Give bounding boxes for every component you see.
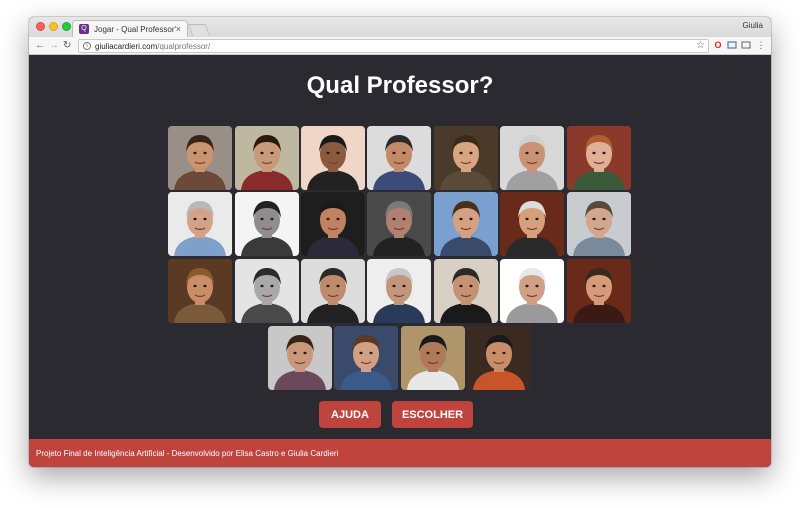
maximize-window-button[interactable]	[62, 22, 71, 31]
favicon-icon: Q	[79, 24, 89, 34]
url-host: giuliacardieri.com	[95, 41, 158, 51]
minimize-window-button[interactable]	[49, 22, 58, 31]
professor-photo[interactable]	[500, 259, 564, 323]
cast-icon[interactable]	[741, 40, 751, 50]
page-title: Qual Professor?	[306, 72, 494, 99]
help-button[interactable]: AJUDA	[319, 401, 381, 428]
extension-icon[interactable]	[727, 40, 737, 50]
professor-photo[interactable]	[434, 192, 498, 256]
menu-icon[interactable]: ⋮	[756, 40, 766, 50]
info-icon[interactable]: i	[83, 42, 91, 50]
professor-photo[interactable]	[301, 192, 365, 256]
page-content: Qual Professor? AJUDA ESCOLHER Projeto F…	[29, 55, 771, 467]
professor-photo[interactable]	[567, 259, 631, 323]
professor-photo[interactable]	[367, 126, 431, 190]
browser-toolbar: ← → ↻ i giuliacardieri.com/qualprofessor…	[29, 37, 771, 55]
professor-photo[interactable]	[500, 192, 564, 256]
address-bar[interactable]: i giuliacardieri.com/qualprofessor/ ☆	[78, 39, 709, 53]
professor-photo[interactable]	[467, 326, 531, 390]
url-path: /qualprofessor/	[157, 41, 211, 51]
opera-icon[interactable]: O	[713, 40, 723, 50]
professor-photo[interactable]	[401, 326, 465, 390]
professor-photo[interactable]	[268, 326, 332, 390]
professor-photo[interactable]	[235, 192, 299, 256]
professor-photo[interactable]	[168, 259, 232, 323]
professor-photo[interactable]	[301, 126, 365, 190]
professor-photo[interactable]	[434, 126, 498, 190]
professor-photo[interactable]	[235, 126, 299, 190]
profile-name[interactable]: Giulia	[743, 21, 763, 30]
professor-photo[interactable]	[301, 259, 365, 323]
browser-tab[interactable]: Q Jogar - Qual Professor? ×	[72, 20, 188, 37]
reload-icon[interactable]: ↻	[63, 39, 71, 53]
professor-photo[interactable]	[168, 126, 232, 190]
footer: Projeto Final de Inteligência Artificial…	[29, 439, 771, 467]
footer-text: Projeto Final de Inteligência Artificial…	[36, 448, 339, 458]
tab-title: Jogar - Qual Professor?	[94, 24, 176, 34]
browser-window: Q Jogar - Qual Professor? × Giulia ← → ↻…	[29, 17, 771, 467]
professor-photo[interactable]	[334, 326, 398, 390]
new-tab-button[interactable]	[187, 24, 211, 36]
choose-button[interactable]: ESCOLHER	[392, 401, 473, 428]
professor-photo[interactable]	[500, 126, 564, 190]
professor-photo[interactable]	[367, 259, 431, 323]
professor-photo[interactable]	[567, 126, 631, 190]
browser-titlebar: Q Jogar - Qual Professor? × Giulia	[29, 17, 771, 37]
professor-photo[interactable]	[367, 192, 431, 256]
back-arrow-icon[interactable]: ←	[35, 39, 45, 53]
close-window-button[interactable]	[36, 22, 45, 31]
tab-close-icon[interactable]: ×	[176, 24, 181, 34]
professor-photo[interactable]	[567, 192, 631, 256]
professor-photo[interactable]	[235, 259, 299, 323]
professor-photo[interactable]	[168, 192, 232, 256]
star-icon[interactable]: ☆	[696, 40, 705, 52]
professor-photo[interactable]	[434, 259, 498, 323]
forward-arrow-icon[interactable]: →	[49, 39, 59, 53]
